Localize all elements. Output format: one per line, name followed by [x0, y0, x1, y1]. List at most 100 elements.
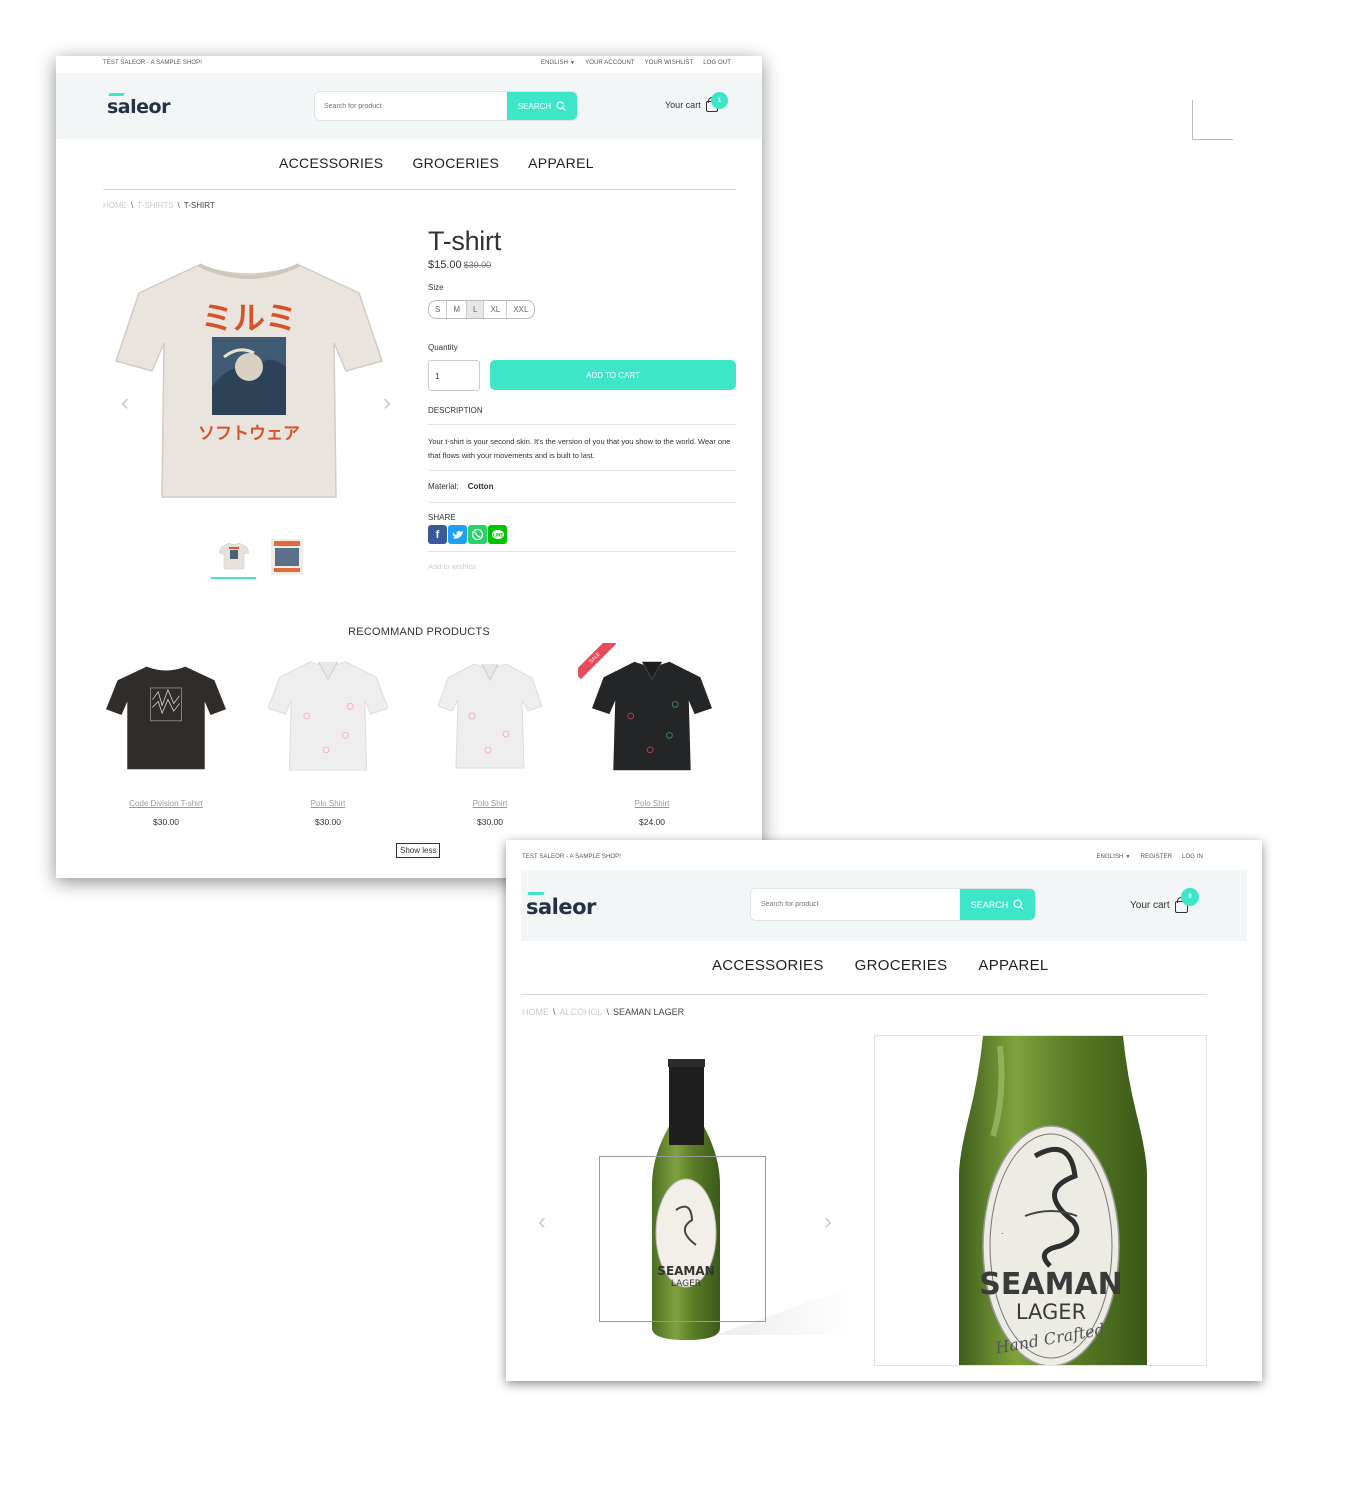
- label-line-2: LAGER: [1016, 1300, 1086, 1324]
- nav-groceries[interactable]: GROCERIES: [855, 957, 948, 974]
- wishlist-divider: [428, 551, 736, 552]
- carousel-prev-arrow-icon[interactable]: ‹: [121, 391, 129, 415]
- line-icon[interactable]: LINE: [488, 525, 507, 544]
- your-account-link[interactable]: YOUR ACCOUNT: [585, 60, 635, 66]
- print-thumbnail-image: [270, 538, 303, 575]
- carousel-next-arrow-icon[interactable]: ›: [824, 1210, 832, 1234]
- top-links: ENGLISH ▼ YOUR ACCOUNT YOUR WISHLIST LOG …: [541, 60, 731, 66]
- carousel-next-arrow-icon[interactable]: ›: [383, 391, 391, 415]
- product-card-price: $30.00: [477, 817, 503, 827]
- share-buttons: f LINE: [428, 525, 736, 544]
- svg-text:ミルミ: ミルミ: [201, 299, 297, 337]
- cart-count-badge: 0: [1181, 888, 1199, 906]
- sale-ribbon: SALE: [578, 643, 624, 689]
- nav-accessories[interactable]: ACCESSORIES: [712, 957, 824, 974]
- add-to-cart-button[interactable]: ADD TO CART: [490, 360, 736, 390]
- add-to-wishlist-link[interactable]: Add to wishlist: [428, 562, 736, 571]
- description-heading: DESCRIPTION: [428, 406, 483, 415]
- product-page-screenshot: TEST SALEOR - A SAMPLE SHOP! ENGLISH ▼ YO…: [56, 56, 762, 878]
- cart-link[interactable]: Your cart: [665, 98, 718, 112]
- svg-text:LINE: LINE: [492, 532, 502, 537]
- recommended-products-title: RECOMMAND PRODUCTS: [348, 626, 490, 638]
- breadcrumb-separator: \: [131, 201, 134, 210]
- top-bar: TEST SALEOR - A SAMPLE SHOP! ENGLISH ▼ RE…: [522, 854, 1203, 864]
- breadcrumb-current: T-SHIRT: [183, 201, 215, 210]
- recommended-products-grid: Code Division T-shirt $30.00 Polo Shirt …: [106, 643, 712, 827]
- image-thumbnails: [211, 534, 309, 579]
- material-label: Material:: [428, 482, 459, 491]
- size-option-l[interactable]: L: [467, 301, 485, 318]
- your-wishlist-link[interactable]: YOUR WISHLIST: [645, 60, 694, 66]
- search-button[interactable]: SEARCH: [960, 889, 1035, 920]
- product-info: T-shirt $15.00 $30.00 Size S M L XL XXL Q…: [428, 226, 736, 571]
- product-card-image: [430, 651, 550, 781]
- language-selector[interactable]: ENGLISH ▼: [541, 60, 575, 66]
- cart-count-badge: 1: [711, 92, 728, 109]
- product-card-name[interactable]: Polo Shirt: [268, 799, 388, 808]
- breadcrumb: HOME \ T-SHIRTS \ T-SHIRT: [103, 201, 215, 210]
- material-value: Cotton: [467, 482, 494, 491]
- search-input[interactable]: [315, 92, 507, 120]
- product-card-name[interactable]: Code Division T-shirt: [106, 799, 226, 808]
- product-price: $15.00 $30.00: [428, 259, 736, 271]
- logo-accent-bar: [108, 93, 125, 96]
- nav-divider: [521, 994, 1207, 995]
- product-card[interactable]: Polo Shirt $30.00: [430, 651, 550, 827]
- language-selector[interactable]: ENGLISH ▼: [1096, 854, 1130, 860]
- saleor-logo[interactable]: saleor: [107, 93, 170, 118]
- label-line-1: SEAMAN: [979, 1267, 1123, 1302]
- thumbnail-print[interactable]: [264, 534, 309, 579]
- size-option-m[interactable]: M: [447, 301, 468, 318]
- twitter-icon[interactable]: [448, 525, 467, 544]
- product-image-tshirt: ミルミ ソフトウェア: [115, 263, 383, 498]
- nav-divider: [103, 189, 736, 190]
- breadcrumb-category[interactable]: T-SHIRTS: [137, 201, 173, 210]
- search-bar: SEARCH: [750, 888, 1036, 921]
- facebook-icon[interactable]: f: [428, 525, 447, 544]
- product-card[interactable]: Code Division T-shirt $30.00: [106, 651, 226, 827]
- breadcrumb-current: SEAMAN LAGER: [613, 1007, 685, 1017]
- register-link[interactable]: REGISTER: [1141, 854, 1172, 860]
- breadcrumb-category[interactable]: ALCOHOL: [560, 1007, 603, 1017]
- nav-groceries[interactable]: GROCERIES: [412, 155, 499, 171]
- current-price: $15.00: [428, 259, 462, 271]
- log-in-link[interactable]: LOG IN: [1182, 854, 1203, 860]
- caret-down-icon: ▼: [1125, 854, 1131, 860]
- share-divider: [428, 502, 736, 503]
- carousel-prev-arrow-icon[interactable]: ‹: [538, 1210, 546, 1234]
- zoom-lens[interactable]: [599, 1156, 766, 1322]
- nav-accessories[interactable]: ACCESSORIES: [279, 155, 383, 171]
- saleor-logo[interactable]: saleor: [526, 892, 596, 919]
- size-option-xxl[interactable]: XXL: [507, 301, 534, 318]
- size-option-xl[interactable]: XL: [484, 301, 508, 318]
- product-card-name[interactable]: Polo Shirt: [592, 799, 712, 808]
- show-less-button[interactable]: Show less: [396, 843, 441, 858]
- product-card-name[interactable]: Polo Shirt: [430, 799, 550, 808]
- top-bar: TEST SALEOR - A SAMPLE SHOP! ENGLISH ▼ YO…: [103, 60, 731, 70]
- white-polo-shirt-small-image: [438, 663, 542, 769]
- size-label: Size: [428, 283, 444, 292]
- size-selector: S M L XL XXL: [428, 300, 536, 319]
- main-nav: ACCESSORIES GROCERIES APPAREL: [279, 155, 594, 171]
- product-card-price: $30.00: [315, 817, 341, 827]
- size-option-s[interactable]: S: [429, 301, 448, 318]
- thumbnail-tshirt[interactable]: [211, 534, 256, 579]
- product-card[interactable]: SALE Polo Shirt $24.00: [578, 643, 712, 827]
- breadcrumb-separator: \: [177, 201, 180, 210]
- top-links: ENGLISH ▼ REGISTER LOG IN: [1096, 854, 1203, 860]
- main-nav: ACCESSORIES GROCERIES APPAREL: [712, 957, 1049, 974]
- product-card[interactable]: Polo Shirt $30.00: [268, 651, 388, 827]
- cart-link[interactable]: Your cart: [1130, 898, 1188, 913]
- search-button[interactable]: SEARCH: [507, 92, 577, 120]
- whatsapp-icon[interactable]: [468, 525, 487, 544]
- nav-apparel[interactable]: APPAREL: [978, 957, 1048, 974]
- breadcrumb-home[interactable]: HOME: [103, 201, 127, 210]
- tshirt-thumbnail-image: [218, 542, 249, 569]
- line-chat-glyph: LINE: [491, 529, 504, 539]
- search-input[interactable]: [751, 889, 960, 920]
- log-out-link[interactable]: LOG OUT: [703, 60, 731, 66]
- nav-apparel[interactable]: APPAREL: [528, 155, 594, 171]
- white-polo-shirt-image: [268, 661, 388, 771]
- quantity-input[interactable]: 1: [428, 360, 480, 391]
- breadcrumb-home[interactable]: HOME: [522, 1007, 549, 1017]
